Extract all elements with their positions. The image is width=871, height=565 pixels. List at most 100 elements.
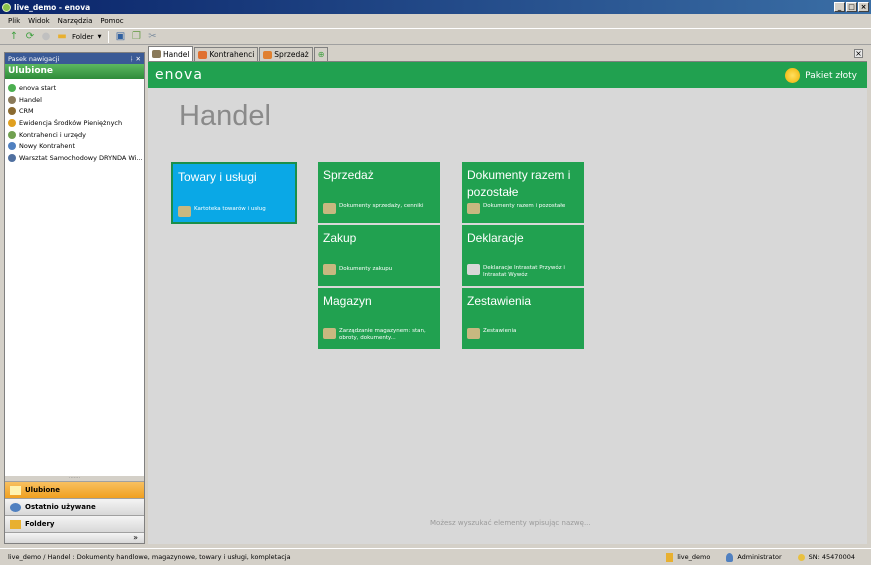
user-icon [726,552,734,562]
favorite-item[interactable]: Kontrahenci i urzędy [5,129,144,141]
sun-icon [785,68,801,83]
title-bar: live_demo - enova _ □ × [0,0,871,14]
tab-kontrahenci[interactable]: Kontrahenci [194,47,259,61]
tab-sprzedaz[interactable]: Sprzedaż [259,47,313,61]
favorites-list: enova start Handel CRM Ewidencja Środków Pi… [5,79,144,164]
menu-widok[interactable]: Widok [28,17,50,25]
tile-zakup[interactable]: Zakup Dokumenty zakupu [318,225,440,286]
tile-description: Deklaracje Intrastat Przywóz i Intrastat… [483,265,565,278]
status-serial: SN: 45470004 [797,553,855,561]
folder-dropdown-icon[interactable]: ▼ [98,34,102,40]
tile-title: Magazyn [323,294,372,308]
document-icon [467,264,480,275]
tile-description: Dokumenty razem i pozostałe [483,203,566,209]
coins-icon [323,203,336,214]
copy-icon[interactable]: ❐ [131,31,143,43]
nav-button-folders[interactable]: Foldery [5,515,144,532]
favorite-item[interactable]: Nowy Kontrahent [5,140,144,152]
favorite-item[interactable]: Handel [5,94,144,106]
menu-plik[interactable]: Plik [8,17,20,25]
favorite-item[interactable]: enova start [5,82,144,94]
database-icon [666,552,674,562]
search-hint: Możesz wyszukać elementy wpisując nazwę.… [430,519,591,527]
star-icon [10,485,21,495]
nav-button-label: Ostatnio używane [25,503,96,511]
coins-icon [152,50,161,58]
stop-icon[interactable]: ● [40,31,52,43]
up-arrow-icon[interactable]: ↑ [8,31,20,43]
status-path: live_demo / Handel : Dokumenty handlowe,… [8,553,291,561]
phone-icon [8,107,16,116]
cart-icon [263,50,273,59]
tile-sprzedaz[interactable]: Sprzedaż Dokumenty sprzedaży, cenniki [318,162,440,223]
minimize-button[interactable]: _ [834,2,845,12]
tile-deklaracje[interactable]: Deklaracje Deklaracje Intrastat Przywóz i… [462,225,584,286]
tile-title: Dokumenty razem i pozostałe [467,168,571,199]
tab-label: Sprzedaż [274,50,309,59]
refresh-icon[interactable]: ⟳ [24,31,36,43]
status-user: Administrator [726,552,782,562]
tile-title: Deklaracje [467,231,524,245]
tile-dokumenty-razem[interactable]: Dokumenty razem i pozostałe Dokumenty raz… [462,162,584,223]
coins-icon [467,328,480,339]
new-tab-button[interactable]: ⊕ [313,47,329,61]
favorite-item-label: Nowy Kontrahent [19,142,76,151]
package-label: Pakiet złoty [805,70,857,81]
toolbar-separator [107,30,109,43]
tile-description: Kartoteka towarów i usług [194,206,266,212]
tile-description: Dokumenty sprzedaży, cenniki [339,203,424,209]
tile-title: Towary i usługi [178,170,257,184]
nav-header-label: Pasek nawigacji [8,54,60,63]
close-tab-icon[interactable]: × [854,49,863,58]
folder-button[interactable]: Folder [72,33,94,41]
tile-title: Zestawienia [467,294,532,308]
folder-icon[interactable]: ▬ [56,31,68,43]
nav-button-favorites[interactable]: Ulubione [5,481,144,498]
enova-logo: enova [155,67,203,83]
favorite-item-label: CRM [19,107,34,116]
tab-label: Handel [163,49,190,59]
nav-pin-close-icons[interactable]: ᚿ ✕ [130,55,141,63]
close-button[interactable]: × [858,2,869,12]
view-icon[interactable]: ▣ [115,31,127,43]
favorite-item[interactable]: Warsztat Samochodowy DRYNDA Wi... [5,152,144,164]
nav-button-recent[interactable]: Ostatnio używane [5,498,144,515]
coins-icon [8,95,16,104]
page-title: Handel [179,100,271,132]
coins-icon [323,328,336,339]
tile-description: Zarządzanie magazynem: stan, obroty, dok… [339,328,426,341]
money-icon [8,118,16,127]
cut-icon[interactable]: ✂ [147,31,159,43]
package-info[interactable]: Pakiet złoty [785,68,857,83]
window-title: live_demo - enova [14,2,91,12]
menu-bar: Plik Widok Narzędzia Pomoc [0,15,871,27]
favorite-item-label: Handel [19,95,42,104]
tab-handel[interactable]: Handel [148,46,194,61]
favorite-item[interactable]: CRM [5,105,144,117]
coins-icon [323,264,336,275]
menu-narzedzia[interactable]: Narzędzia [58,17,93,25]
clock-icon [10,502,21,512]
tile-magazyn[interactable]: Magazyn Zarządzanie magazynem: stan, obro… [318,288,440,349]
box-icon [178,206,191,217]
folder-icon [10,519,21,529]
document-icon [8,142,16,151]
enova-icon [8,83,16,92]
maximize-button[interactable]: □ [846,2,857,12]
nav-header: Pasek nawigacji ᚿ ✕ [5,53,144,64]
nav-button-label: Ulubione [25,486,61,494]
toolbar: ↑ ⟳ ● ▬ Folder ▼ ▣ ❐ ✂ [0,28,871,45]
tile-towary-i-uslugi[interactable]: Towary i usługi Kartoteka towarów i usług [171,162,297,224]
menu-pomoc[interactable]: Pomoc [100,17,123,25]
favorite-item[interactable]: Ewidencja Środków Pieniężnych [5,117,144,129]
more-buttons-icon[interactable]: » [5,532,144,543]
tile-description: Dokumenty zakupu [339,266,393,272]
nav-section-title: Ulubione [5,64,144,79]
header-bar: enova Pakiet złoty [148,62,867,88]
calculator-icon [8,153,16,162]
tile-zestawienia[interactable]: Zestawienia Zestawienia [462,288,584,349]
key-icon [797,553,805,561]
handshake-icon [8,130,16,139]
favorite-item-label: Warsztat Samochodowy DRYNDA Wi... [19,153,143,162]
tab-strip: Handel Kontrahenci Sprzedaż ⊕ × [148,46,867,62]
